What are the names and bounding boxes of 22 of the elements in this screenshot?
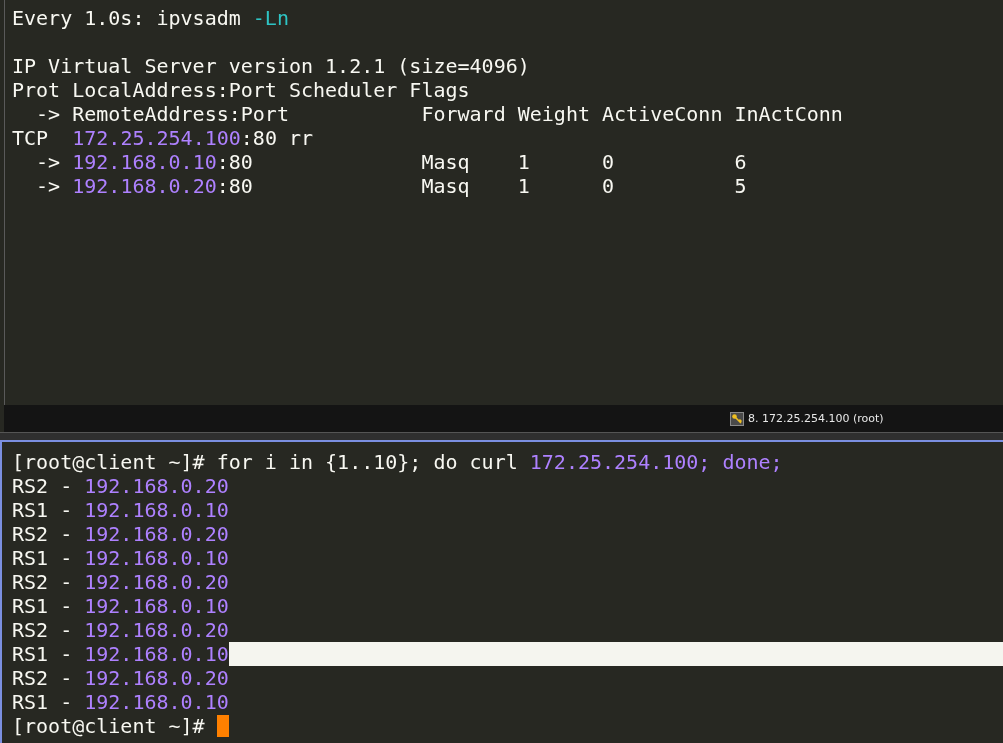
key-icon [730,411,744,426]
terminal-line: [root@client ~]# for i in {1..10}; do curl 172.25.254.100; done; [12,450,783,474]
terminal-line: RS2 - 192.168.0.20 [12,666,229,690]
terminal-line: RS2 - 192.168.0.20 [12,618,229,642]
shell-prompt: [root@client ~]# [12,714,206,738]
terminal-line: RS1 - 192.168.0.10 [12,498,229,522]
terminal-line: TCP 172.25.254.100:80 rr [12,126,314,150]
terminal-line: -> 192.168.0.10:80 Masq 1 0 6 [35,150,747,174]
terminal-line: RS1 - 192.168.0.10 [12,546,229,570]
terminal-line: RS2 - 192.168.0.20 [12,522,229,546]
terminal-line: RS2 - 192.168.0.20 [12,570,229,594]
terminal-line: -> RemoteAddress:Port Forward Weight ActiveConn InActConn [35,102,843,126]
terminal-cursor[interactable] [216,715,229,737]
terminal-line: RS1 - 192.168.0.10 [12,690,229,714]
terminal-line: RS2 - 192.168.0.20 [12,474,229,498]
terminal-line: RS1 - 192.168.0.10 [12,594,229,618]
terminal-line: RS1 - 192.168.0.10 [12,642,229,666]
terminal-line: IP Virtual Server version 1.2.1 (size=4096) [12,54,530,78]
session-label: 8. 172.25.254.100 (root) [748,412,884,425]
terminal-line: -> 192.168.0.20:80 Masq 1 0 5 [35,174,747,198]
terminal-line: Prot LocalAddress:Port Scheduler Flags [12,78,470,102]
terminal-line: Every 1.0s: ipvsadm -Ln [12,6,289,30]
